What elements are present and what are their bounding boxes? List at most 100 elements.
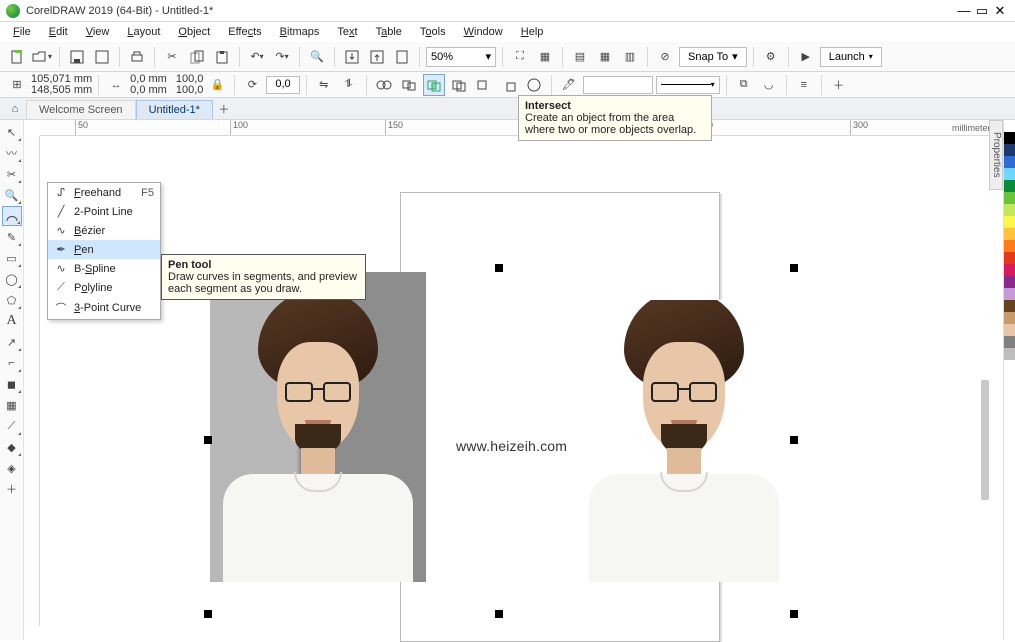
zoom-tool[interactable]: 🔍 [2,185,22,205]
outline-pen-icon[interactable]: 🖊 [558,74,580,96]
show-grid-button[interactable]: ▦ [594,46,616,68]
artistic-media-tool[interactable]: ✎ [2,227,22,247]
swatch[interactable] [1004,156,1015,168]
shape-tool[interactable]: 〰 [2,143,22,163]
rotation-field[interactable]: 0,0 [266,76,299,94]
menu-effects[interactable]: Effects [221,24,268,40]
launch-select[interactable]: Launch▾ [820,47,882,67]
save-button[interactable] [66,46,88,68]
publish-pdf-button[interactable] [391,46,413,68]
scale-fields[interactable]: 100,0100,0 [176,74,204,96]
simplify-button[interactable] [448,74,470,96]
save-as-button[interactable] [91,46,113,68]
selection-handle[interactable] [790,610,798,618]
swatch[interactable] [1004,228,1015,240]
fullscreen-button[interactable]: ⛶ [509,46,531,68]
boundary-button[interactable] [523,74,545,96]
print-button[interactable] [126,46,148,68]
mirror-v-button[interactable]: ⥮ [338,74,360,96]
copy-button[interactable] [186,46,208,68]
menu-edit[interactable]: Edit [42,24,75,40]
menu-view[interactable]: View [79,24,117,40]
menu-table[interactable]: Table [369,24,409,40]
menu-bitmaps[interactable]: Bitmaps [273,24,327,40]
paste-button[interactable] [211,46,233,68]
swatch[interactable] [1004,264,1015,276]
ruler-vertical[interactable] [24,136,40,626]
swatch[interactable] [1004,288,1015,300]
photo-cutout[interactable] [576,300,792,582]
position-fields[interactable]: 105,071 mm148,505 mm [31,74,92,96]
eyedropper-tool[interactable]: ⟋ [2,416,22,436]
swatch[interactable] [1004,120,1015,132]
show-guides-button[interactable]: ▥ [619,46,641,68]
parallel-dim-tool[interactable]: ↗ [2,332,22,352]
cut-button[interactable]: ✂ [161,46,183,68]
menu-layout[interactable]: Layout [120,24,167,40]
flyout-3point-curve[interactable]: ⌒3-Point Curve [48,297,160,319]
canvas-scrollbar[interactable] [981,380,989,500]
quick-customize-button[interactable]: ＋ [2,479,22,499]
minimize-button[interactable]: — [955,3,973,18]
object-origin-button[interactable]: ⊞ [6,74,28,96]
undo-button[interactable]: ↶▾ [246,46,268,68]
weld-button[interactable] [373,74,395,96]
search-button[interactable]: 🔍 [306,46,328,68]
close-button[interactable]: ✕ [991,3,1009,19]
menu-help[interactable]: Help [514,24,551,40]
swatch[interactable] [1004,324,1015,336]
intersect-button[interactable] [423,74,445,96]
size-fields[interactable]: 0,0 mm0,0 mm [130,74,167,96]
menu-object[interactable]: Object [171,24,217,40]
tab-welcome[interactable]: Welcome Screen [26,100,136,119]
photo-original[interactable] [210,272,426,582]
align-distribute-button[interactable]: ≡ [793,74,815,96]
options-button[interactable]: ⚙ [760,46,782,68]
swatch[interactable] [1004,216,1015,228]
snap-off-button[interactable]: ⊘ [654,46,676,68]
lock-ratio-button[interactable]: 🔒 [206,74,228,96]
add-preset-button[interactable]: ＋ [828,74,850,96]
show-rulers-button[interactable]: ▤ [569,46,591,68]
flyout-polyline[interactable]: ⟋Polyline [48,278,160,297]
snap-to-select[interactable]: Snap To▾ [679,47,747,67]
smart-fill-tool[interactable]: ◈ [2,458,22,478]
selection-handle[interactable] [790,436,798,444]
maximize-button[interactable]: ▭ [973,3,991,19]
swatch[interactable] [1004,144,1015,156]
swatch[interactable] [1004,132,1015,144]
selection-handle[interactable] [204,610,212,618]
outline-style-select[interactable]: ▾ [656,76,720,94]
redo-button[interactable]: ↷▾ [271,46,293,68]
tab-untitled[interactable]: Untitled-1* [136,100,213,119]
ellipse-tool[interactable]: ◯ [2,269,22,289]
preview-button[interactable]: ▦ [534,46,556,68]
wrap-text-button[interactable]: ⧉ [733,74,755,96]
swatch[interactable] [1004,348,1015,360]
polygon-tool[interactable]: ⬠ [2,290,22,310]
zoom-level-select[interactable]: 50%▾ [426,47,496,67]
trim-button[interactable] [398,74,420,96]
import-button[interactable] [341,46,363,68]
export-button[interactable] [366,46,388,68]
selection-handle[interactable] [204,436,212,444]
new-button[interactable] [6,46,28,68]
launch-icon[interactable]: ▶ [795,46,817,68]
selection-handle[interactable] [790,264,798,272]
new-tab-button[interactable]: ＋ [213,98,235,120]
connector-tool[interactable]: ⌐ [2,353,22,373]
swatch[interactable] [1004,336,1015,348]
flyout-freehand[interactable]: ᔑFreehandF5 [48,183,160,202]
freehand-tool-group[interactable] [2,206,22,226]
transparency-tool[interactable]: ▦ [2,395,22,415]
fill-tool[interactable]: ◆ [2,437,22,457]
outline-width-select[interactable] [583,76,653,94]
flyout-bezier[interactable]: ∿Bézier [48,221,160,240]
mirror-h-button[interactable]: ⇋ [313,74,335,96]
menu-window[interactable]: Window [457,24,510,40]
flyout-2point-line[interactable]: ╱2-Point Line [48,202,160,221]
menu-text[interactable]: Text [330,24,364,40]
swatch[interactable] [1004,240,1015,252]
swatch[interactable] [1004,300,1015,312]
swatch[interactable] [1004,180,1015,192]
